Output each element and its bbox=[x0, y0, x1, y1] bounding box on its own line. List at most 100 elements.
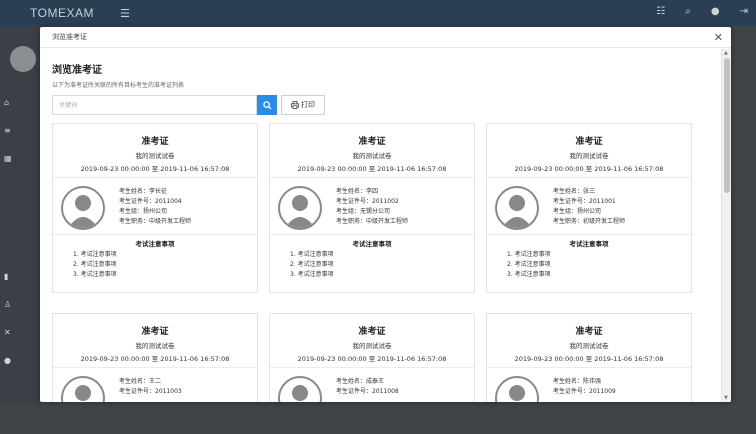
field-name: 考生姓名：成泰王 bbox=[336, 378, 385, 385]
card-paper: 我的测试试卷 bbox=[352, 342, 392, 350]
note-item: 1. 考试注意事项 bbox=[507, 251, 551, 258]
search-row: 打印 bbox=[52, 95, 721, 115]
print-label: 打印 bbox=[301, 101, 315, 109]
note-item: 3. 考试注意事项 bbox=[73, 271, 117, 278]
avatar bbox=[495, 186, 539, 230]
user-silhouette-icon bbox=[75, 385, 91, 401]
ticket-card: 准考证 我的测试试卷 2019-09-23 00:00:00 至 2019-11… bbox=[486, 123, 692, 293]
card-fields: 考生姓名：张三 考生证件号：2011001 考生组：扬州公司 考生职务：初级开发… bbox=[553, 187, 625, 230]
settings-icon[interactable]: ● bbox=[4, 356, 18, 366]
field-id: 考生证件号：2011003 bbox=[119, 388, 182, 395]
note-item: 3. 考试注意事项 bbox=[507, 271, 551, 278]
scroll-down-icon[interactable]: ▼ bbox=[724, 395, 728, 401]
app-topbar: TOMEXAM ☰ ☷ ⌕ ● ⇥ bbox=[0, 0, 756, 26]
field-group: 考生组：扬州公司 bbox=[553, 208, 602, 215]
field-id: 考生证件号：2011002 bbox=[336, 198, 399, 205]
menu-toggle-icon[interactable]: ☰ bbox=[120, 7, 130, 20]
note-item: 1. 考试注意事项 bbox=[73, 251, 117, 258]
notes-title: 考试注意事项 bbox=[569, 240, 609, 248]
database-icon[interactable]: ≡ bbox=[4, 126, 18, 136]
list-icon[interactable]: ☷ bbox=[656, 6, 665, 17]
users-icon[interactable]: ♙ bbox=[4, 300, 18, 310]
avatar bbox=[278, 186, 322, 230]
app-logo: TOMEXAM bbox=[30, 6, 94, 20]
modal-title: 浏览准考证 bbox=[52, 33, 87, 41]
card-time: 2019-09-23 00:00:00 至 2019-11-06 16:57:0… bbox=[487, 353, 691, 368]
calendar-icon[interactable]: ▦ bbox=[4, 154, 18, 164]
field-position: 考生职务：中级开发工程师 bbox=[336, 218, 409, 225]
field-id: 考生证件号：2011009 bbox=[553, 388, 616, 395]
card-time: 2019-09-23 00:00:00 至 2019-11-06 16:57:0… bbox=[53, 163, 257, 178]
admission-ticket-modal: 浏览准考证 ✕ 浏览准考证 以下为准考证所关联的所有目标考生的准考证列表 打印 bbox=[40, 27, 731, 402]
card-title: 准考证 bbox=[358, 137, 386, 147]
print-button[interactable]: 打印 bbox=[281, 95, 325, 115]
user-silhouette-icon bbox=[285, 195, 315, 228]
ticket-card: 准考证 我的测试试卷 2019-09-23 00:00:00 至 2019-11… bbox=[52, 313, 258, 402]
field-group: 考生组：扬州公司 bbox=[119, 208, 168, 215]
card-info: 考生姓名：王二 考生证件号：2011003 bbox=[53, 368, 257, 402]
card-paper: 我的测试试卷 bbox=[569, 152, 609, 160]
card-title: 准考证 bbox=[141, 327, 169, 337]
note-item: 3. 考试注意事项 bbox=[290, 271, 334, 278]
field-name: 考生姓名：张三 bbox=[553, 188, 596, 195]
user-silhouette-icon bbox=[502, 195, 532, 228]
field-name: 考生姓名：李四 bbox=[336, 188, 379, 195]
user-silhouette-icon bbox=[509, 385, 525, 401]
card-info: 考生姓名：陈伟强 考生证件号：2011009 bbox=[487, 368, 691, 402]
close-icon[interactable]: ✕ bbox=[714, 31, 723, 44]
field-name: 考生姓名：李长征 bbox=[119, 188, 168, 195]
scroll-up-icon[interactable]: ▲ bbox=[724, 50, 728, 56]
field-id: 考生证件号：2011004 bbox=[119, 198, 182, 205]
field-id: 考生证件号：2011001 bbox=[553, 198, 616, 205]
search-icon[interactable]: ⌕ bbox=[685, 6, 691, 17]
scrollbar-thumb[interactable] bbox=[724, 58, 730, 193]
card-info: 考生姓名：李四 考生证件号：2011002 考生组：无锡分公司 考生职务：中级开… bbox=[270, 178, 474, 235]
card-info: 考生姓名：张三 考生证件号：2011001 考生组：扬州公司 考生职务：初级开发… bbox=[487, 178, 691, 235]
notes-list: 1. 考试注意事项 2. 考试注意事项 3. 考试注意事项 bbox=[487, 250, 691, 292]
note-item: 2. 考试注意事项 bbox=[507, 261, 551, 268]
book-icon[interactable]: ▮ bbox=[4, 272, 18, 282]
ticket-card: 准考证 我的测试试卷 2019-09-23 00:00:00 至 2019-11… bbox=[269, 123, 475, 293]
avatar bbox=[61, 186, 105, 230]
card-title: 准考证 bbox=[141, 137, 169, 147]
user-icon[interactable]: ● bbox=[711, 6, 720, 17]
topbar-icons: ☷ ⌕ ● ⇥ bbox=[656, 6, 748, 17]
page-subtitle: 以下为准考证所关联的所有目标考生的准考证列表 bbox=[52, 82, 185, 89]
card-paper: 我的测试试卷 bbox=[352, 152, 392, 160]
app-footer bbox=[0, 406, 756, 434]
ticket-card: 准考证 我的测试试卷 2019-09-23 00:00:00 至 2019-11… bbox=[486, 313, 692, 402]
card-fields: 考生姓名：李长征 考生证件号：2011004 考生组：扬州公司 考生职务：中级开… bbox=[119, 187, 191, 230]
field-name: 考生姓名：王二 bbox=[119, 378, 162, 385]
search-input[interactable] bbox=[52, 95, 257, 115]
printer-icon bbox=[291, 101, 299, 109]
card-fields: 考生姓名：王二 考生证件号：2011003 bbox=[119, 377, 182, 402]
note-item: 2. 考试注意事项 bbox=[73, 261, 117, 268]
note-item: 1. 考试注意事项 bbox=[290, 251, 334, 258]
ticket-card: 准考证 我的测试试卷 2019-09-23 00:00:00 至 2019-11… bbox=[269, 313, 475, 402]
card-paper: 我的测试试卷 bbox=[135, 152, 175, 160]
logout-icon[interactable]: ⇥ bbox=[740, 6, 748, 17]
sidebar-avatar bbox=[10, 46, 36, 72]
card-fields: 考生姓名：李四 考生证件号：2011002 考生组：无锡分公司 考生职务：中级开… bbox=[336, 187, 408, 230]
notes-title: 考试注意事项 bbox=[135, 240, 175, 248]
field-position: 考生职务：初级开发工程师 bbox=[553, 218, 626, 225]
ticket-card: 准考证 我的测试试卷 2019-09-23 00:00:00 至 2019-11… bbox=[52, 123, 258, 293]
card-time: 2019-09-23 00:00:00 至 2019-11-06 16:57:0… bbox=[53, 353, 257, 368]
home-icon[interactable]: ⌂ bbox=[4, 98, 18, 108]
app-sidebar: ⌂ ≡ ▦ ▮ ♙ ✕ ● bbox=[0, 26, 40, 406]
avatar bbox=[278, 376, 322, 402]
user-silhouette-icon bbox=[292, 385, 308, 401]
modal-scrollbar[interactable]: ▲ ▼ bbox=[721, 49, 731, 402]
card-info: 考生姓名：成泰王 考生证件号：2011008 bbox=[270, 368, 474, 402]
avatar bbox=[61, 376, 105, 402]
field-position: 考生职务：中级开发工程师 bbox=[119, 218, 192, 225]
card-fields: 考生姓名：陈伟强 考生证件号：2011009 bbox=[553, 377, 616, 402]
shuffle-icon[interactable]: ✕ bbox=[4, 328, 18, 338]
card-paper: 我的测试试卷 bbox=[135, 342, 175, 350]
user-silhouette-icon bbox=[68, 195, 98, 228]
modal-header: 浏览准考证 bbox=[40, 27, 731, 48]
notes-title: 考试注意事项 bbox=[352, 240, 392, 248]
search-button[interactable] bbox=[257, 95, 277, 115]
card-info: 考生姓名：李长征 考生证件号：2011004 考生组：扬州公司 考生职务：中级开… bbox=[53, 178, 257, 235]
modal-body: 浏览准考证 以下为准考证所关联的所有目标考生的准考证列表 打印 bbox=[40, 49, 721, 402]
